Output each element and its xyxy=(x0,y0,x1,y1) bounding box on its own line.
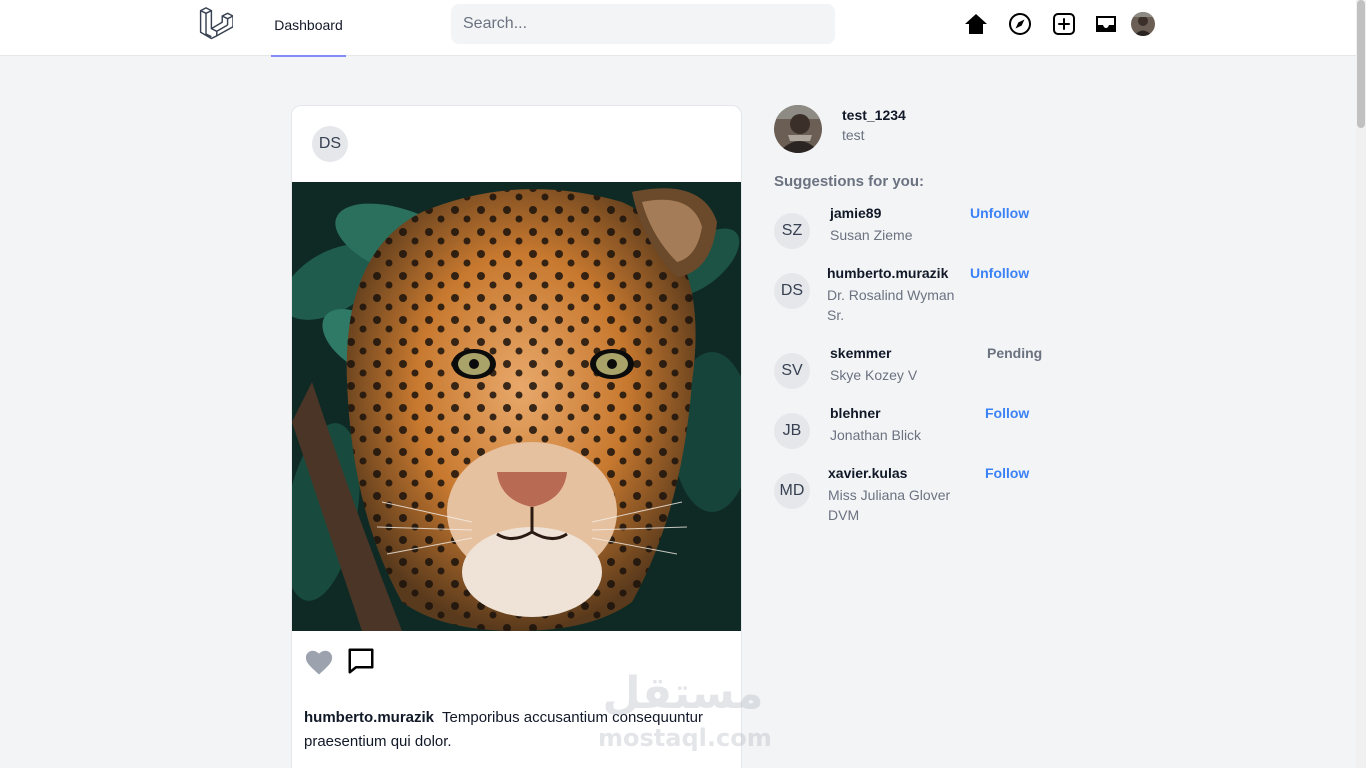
nav-dashboard-link[interactable]: Dashboard xyxy=(271,0,346,57)
heart-icon[interactable] xyxy=(304,648,334,676)
unfollow-button[interactable]: Unfollow xyxy=(970,205,1029,221)
follow-button[interactable]: Follow xyxy=(985,405,1029,421)
suggestions-title: Suggestions for you: xyxy=(774,173,924,190)
suggestion-avatar[interactable]: SV xyxy=(774,353,810,389)
pending-status: Pending xyxy=(987,345,1043,361)
top-navbar: Dashboard xyxy=(0,0,1356,57)
suggestion-username[interactable]: jamie89 xyxy=(830,205,881,221)
inbox-icon[interactable] xyxy=(1094,12,1118,36)
suggestion-avatar[interactable]: DS xyxy=(774,273,810,309)
plus-square-icon[interactable] xyxy=(1052,12,1076,36)
jaguar-photo xyxy=(292,182,741,631)
profile-avatar[interactable] xyxy=(1131,12,1155,36)
follow-button[interactable]: Follow xyxy=(985,465,1029,481)
suggestion-name: Dr. Rosalind Wyman Sr. xyxy=(827,287,955,323)
suggestion-avatar[interactable]: JB xyxy=(774,413,810,449)
suggestion-name: Miss Juliana Glover DVM xyxy=(828,487,951,523)
suggestion-avatar[interactable]: MD xyxy=(774,473,810,509)
suggestion-username[interactable]: humberto.murazik xyxy=(827,265,948,281)
suggestion-avatar[interactable]: SZ xyxy=(774,213,810,249)
suggestion-name: Susan Zieme xyxy=(830,227,913,243)
page-scrollbar[interactable] xyxy=(1356,0,1366,768)
suggestion-name: Jonathan Blick xyxy=(830,427,922,443)
scrollbar-thumb[interactable] xyxy=(1357,0,1365,128)
home-icon[interactable] xyxy=(964,12,988,36)
post-caption: humberto.murazik Temporibus accusantium c… xyxy=(304,706,724,754)
post-header: DS xyxy=(292,106,741,183)
suggestion-name: Skye Kozey V xyxy=(830,367,918,383)
post-author-avatar[interactable]: DS xyxy=(312,126,348,162)
post-card: DS humberto.murazik Temporibus accusanti… xyxy=(291,105,742,768)
suggestion-username[interactable]: blehner xyxy=(830,405,881,421)
current-user-name: test xyxy=(842,127,865,143)
current-user-avatar[interactable] xyxy=(774,105,822,153)
compass-icon[interactable] xyxy=(1008,12,1032,36)
laravel-logo-icon[interactable] xyxy=(197,7,233,43)
search-input[interactable] xyxy=(451,4,835,44)
unfollow-button[interactable]: Unfollow xyxy=(970,265,1029,281)
suggestion-username[interactable]: skemmer xyxy=(830,345,892,361)
current-user: test_1234 test xyxy=(774,105,1074,153)
caption-username[interactable]: humberto.murazik xyxy=(304,709,434,726)
current-user-username[interactable]: test_1234 xyxy=(842,107,906,123)
comment-icon[interactable] xyxy=(346,646,376,676)
suggestion-username[interactable]: xavier.kulas xyxy=(828,465,907,481)
post-image[interactable] xyxy=(292,182,741,631)
